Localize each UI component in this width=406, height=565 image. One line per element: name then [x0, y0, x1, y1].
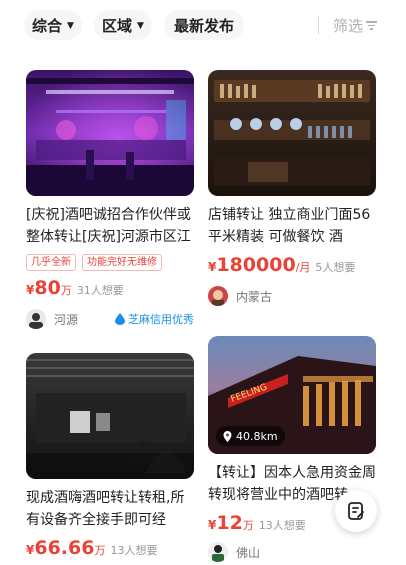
filter-icon [366, 20, 377, 30]
divider [318, 16, 319, 34]
listing-title: [庆祝]酒吧诚招合作伙伴或整体转让[庆祝]河源市区江 [26, 207, 191, 245]
credit-label: 芝麻信用优秀 [128, 313, 194, 326]
price-value: 180000 [216, 254, 296, 276]
price-symbol: ¥ [26, 283, 35, 297]
wants-count: 5人想要 [315, 261, 356, 274]
seller-row[interactable]: 佛山 [208, 542, 376, 562]
avatar[interactable] [26, 309, 46, 329]
listing-photo[interactable] [26, 70, 194, 196]
listing-card[interactable]: 店铺转让 独立商业门面56平米精装 可做餐饮 酒 ¥ 180000 /月 5人想… [208, 70, 376, 306]
price-value: 80 [34, 277, 61, 299]
filter-bar: 综合 ▼ 区域 ▼ 最新发布 筛选 [0, 0, 406, 52]
tag-list: 几乎全新 功能完好无维修 [26, 254, 194, 271]
listing-photo[interactable] [208, 70, 376, 196]
price-value: 66.66 [34, 537, 95, 559]
area-dropdown[interactable]: 区域 ▼ [94, 10, 152, 40]
filter-label: 筛选 [332, 16, 363, 35]
price-row: ¥ 80 万 31人想要 [26, 277, 194, 299]
price-unit: 万 [60, 284, 72, 297]
seller-row[interactable]: 内蒙古 [208, 286, 376, 306]
filter-button[interactable]: 筛选 [324, 10, 386, 40]
seller-row[interactable]: 河源 芝麻信用优秀 [26, 309, 194, 329]
area-label: 区域 [102, 16, 133, 35]
condition-tag: 功能完好无维修 [82, 254, 162, 271]
caret-down-icon: ▼ [137, 21, 144, 31]
price-value: 12 [216, 512, 243, 534]
wants-count: 13人想要 [110, 544, 158, 557]
distance-badge: 40.8km [216, 426, 285, 446]
price-unit: 万 [94, 544, 106, 557]
listing-title: 现成酒嗨酒吧转让转租,所有设备齐全接手即可经 [26, 490, 185, 528]
seller-location: 佛山 [236, 545, 261, 560]
seller-location: 河源 [54, 312, 79, 327]
listing-photo[interactable]: FEELING 40.8km [208, 336, 376, 454]
caret-down-icon: ▼ [67, 21, 74, 31]
distance-label: 40.8km [236, 429, 278, 443]
price-unit: /月 [295, 261, 311, 274]
latest-tab[interactable]: 最新发布 [164, 10, 244, 40]
location-pin-icon [223, 430, 232, 442]
listing-photo[interactable] [26, 353, 194, 479]
credit-badge: 芝麻信用优秀 [115, 311, 194, 327]
price-unit: 万 [242, 519, 254, 532]
latest-label: 最新发布 [173, 16, 234, 35]
zhima-credit-icon [115, 313, 125, 325]
sort-dropdown[interactable]: 综合 ▼ [24, 10, 82, 40]
price-symbol: ¥ [208, 260, 217, 274]
price-row: ¥ 66.66 万 13人想要 [26, 537, 194, 559]
price-row: ¥ 180000 /月 5人想要 [208, 254, 376, 276]
condition-tag: 几乎全新 [26, 254, 76, 271]
wants-count: 31人想要 [76, 284, 124, 297]
avatar[interactable] [208, 542, 228, 562]
avatar[interactable] [208, 286, 228, 306]
listing-card[interactable]: [庆祝]酒吧诚招合作伙伴或整体转让[庆祝]河源市区江 几乎全新 功能完好无维修 … [26, 70, 194, 329]
listing-card[interactable]: 现成酒嗨酒吧转让转租,所有设备齐全接手即可经 ¥ 66.66 万 13人想要 [26, 353, 194, 559]
seller-location: 内蒙古 [236, 289, 273, 304]
wants-count: 13人想要 [258, 519, 306, 532]
price-symbol: ¥ [208, 518, 217, 532]
publish-float-button[interactable] [335, 490, 377, 532]
publish-edit-icon [348, 502, 364, 520]
sort-label: 综合 [32, 16, 63, 35]
listing-title: 店铺转让 独立商业门面56平米精装 可做餐饮 酒 [208, 207, 371, 245]
price-symbol: ¥ [26, 543, 35, 557]
